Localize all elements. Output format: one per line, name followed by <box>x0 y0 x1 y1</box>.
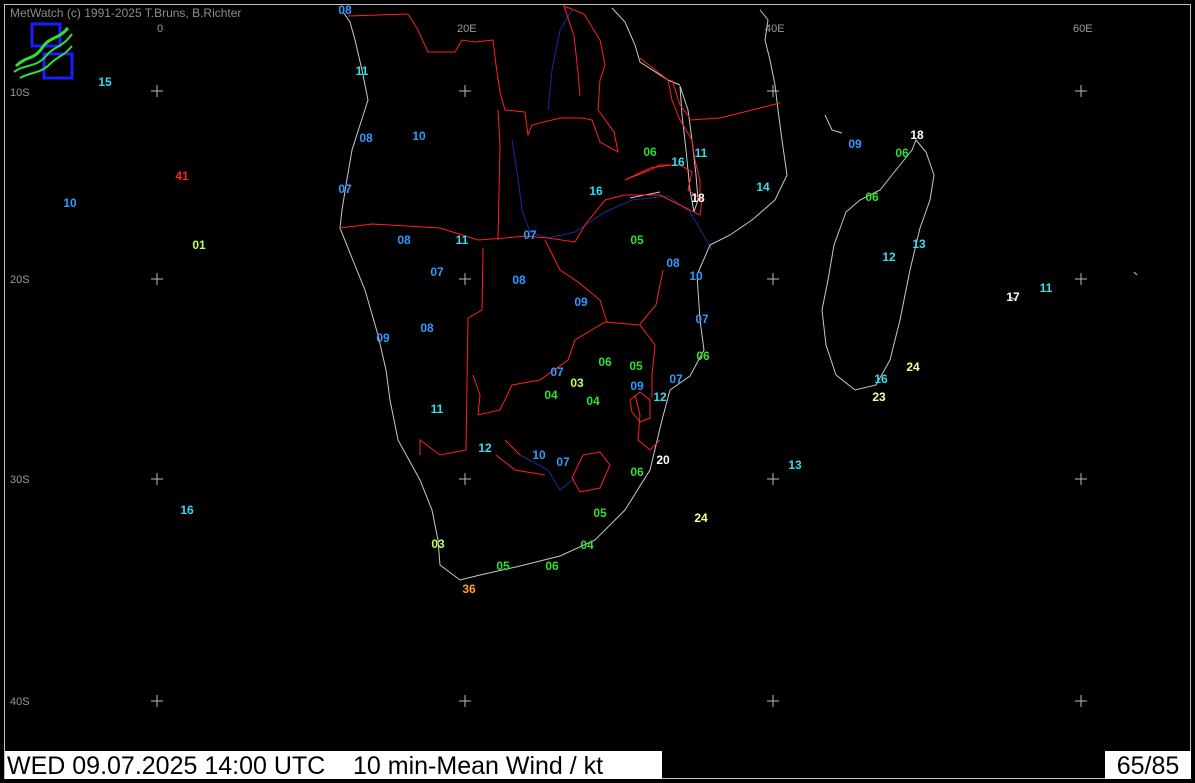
wind-obs: 06 <box>630 465 644 479</box>
wind-obs: 18 <box>910 128 924 142</box>
wind-obs: 07 <box>556 455 570 469</box>
wind-obs: 12 <box>882 250 896 264</box>
wind-obs: 13 <box>912 237 926 251</box>
wind-obs: 08 <box>359 131 373 145</box>
lat-label-20s: 20S <box>10 274 30 286</box>
wind-obs: 18 <box>691 191 705 205</box>
coast-madagascar <box>821 139 935 391</box>
lat-label-10s: 10S <box>10 87 30 99</box>
wind-obs: 11 <box>1040 281 1053 295</box>
wind-obs: 06 <box>643 145 657 159</box>
coast-east-africa-north <box>611 7 681 86</box>
wind-obs: 12 <box>478 441 492 455</box>
wind-obs: 04 <box>586 394 600 408</box>
lat-label-30s: 30S <box>10 474 30 486</box>
wind-obs: 10 <box>689 269 703 283</box>
wind-obs: 05 <box>630 233 644 247</box>
wind-obs: 16 <box>874 372 888 386</box>
wind-obs: 08 <box>666 256 680 270</box>
wind-obs: 06 <box>545 559 559 573</box>
wind-obs: 12 <box>653 390 667 404</box>
wind-obs: 07 <box>430 265 444 279</box>
wind-obs: 11 <box>695 146 708 160</box>
wind-obs: 16 <box>589 184 603 198</box>
wind-obs: 24 <box>694 511 708 525</box>
lon-label-20e: 20E <box>457 23 477 35</box>
wind-obs: 13 <box>788 458 802 472</box>
wind-obs: 11 <box>456 233 469 247</box>
border-mozambique-tanzania <box>624 79 781 181</box>
coast-islands <box>824 114 1138 301</box>
copyright-text: MetWatch (c) 1991-2025 T.Bruns, B.Richte… <box>10 6 242 20</box>
wind-obs: 06 <box>696 349 710 363</box>
footer-station-count: 65/85 <box>1105 751 1191 780</box>
wind-obs: 07 <box>523 228 537 242</box>
wind-obs: 36 <box>462 582 476 596</box>
wind-obs: 14 <box>756 180 770 194</box>
metwatch-logo-icon <box>13 22 74 80</box>
lon-label-0: 0 <box>157 23 163 35</box>
weather-map: 0 20E 40E 60E 10S 20S 30S 40S 08 11 15 0… <box>10 3 1138 708</box>
wind-obs: 15 <box>98 75 112 89</box>
wind-obs: 08 <box>420 321 434 335</box>
wind-obs: 08 <box>512 273 526 287</box>
river-congo <box>547 9 573 111</box>
wind-obs: 41 <box>175 169 189 183</box>
lat-label-40s: 40S <box>10 696 30 708</box>
footer-datetime-product: WED 09.07.2025 14:00 UTC 10 min-Mean Win… <box>5 751 662 780</box>
wind-obs: 07 <box>695 312 709 326</box>
lon-label-60e: 60E <box>1073 23 1093 35</box>
wind-obs: 03 <box>570 376 584 390</box>
wind-obs: 08 <box>397 233 411 247</box>
wind-obs: 23 <box>872 390 886 404</box>
lon-label-40e: 40E <box>765 23 785 35</box>
wind-obs: 09 <box>630 379 644 393</box>
wind-obs: 24 <box>906 360 920 374</box>
wind-obs: 05 <box>629 359 643 373</box>
border-angola-north <box>347 5 619 153</box>
wind-obs: 10 <box>412 129 426 143</box>
wind-obs: 16 <box>180 503 194 517</box>
coast-west-africa <box>339 9 788 581</box>
wind-obs: 17 <box>1006 290 1020 304</box>
wind-obs: 01 <box>192 238 206 252</box>
wind-obs: 07 <box>669 372 683 386</box>
wind-obs: 06 <box>865 190 879 204</box>
wind-obs: 20 <box>656 453 670 467</box>
wind-obs: 09 <box>848 137 862 151</box>
wind-obs: 04 <box>544 388 558 402</box>
wind-obs: 10 <box>532 448 546 462</box>
wind-obs: 07 <box>338 182 352 196</box>
wind-obs: 04 <box>580 538 594 552</box>
grid-crosses <box>151 85 1087 707</box>
wind-obs: 07 <box>550 365 564 379</box>
rivers <box>511 9 713 491</box>
wind-obs: 05 <box>593 506 607 520</box>
wind-obs: 11 <box>431 402 444 416</box>
wind-obs: 05 <box>496 559 510 573</box>
wind-obs: 11 <box>356 64 369 78</box>
wind-obs: 10 <box>63 196 77 210</box>
wind-obs: 03 <box>431 537 445 551</box>
wind-obs: 09 <box>574 295 588 309</box>
wind-obs: 09 <box>376 331 390 345</box>
country-borders <box>339 5 781 493</box>
wind-obs: 06 <box>895 146 909 160</box>
wind-obs: 06 <box>598 355 612 369</box>
wind-obs: 16 <box>671 155 685 169</box>
border-namibia-botswana <box>419 247 656 456</box>
wind-obs: 08 <box>338 3 352 17</box>
